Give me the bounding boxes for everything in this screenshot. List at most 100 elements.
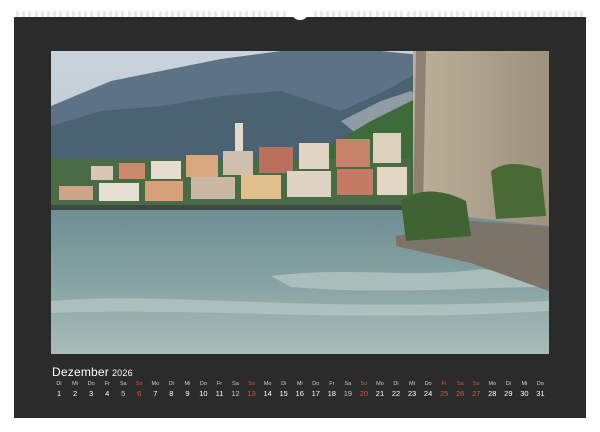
weekday-label: Di: [56, 381, 62, 387]
day-cell: Mi 9: [179, 381, 195, 405]
weekday-label: Di: [393, 381, 399, 387]
day-cell: Mo 7: [147, 381, 163, 405]
binding-ring: [109, 11, 112, 17]
day-cell: Fr 25: [436, 381, 452, 405]
binding-ring: [555, 11, 559, 17]
weekday-label: Mo: [151, 381, 160, 387]
binding-ring: [65, 11, 69, 17]
day-cell: So 27: [468, 381, 484, 405]
binding-ring: [115, 11, 119, 17]
day-number: 26: [456, 389, 465, 398]
weekday-label: Mi: [296, 381, 303, 387]
binding-ring: [512, 11, 515, 17]
binding-ring: [425, 11, 429, 17]
binding-ring: [90, 11, 94, 17]
binding-ring: [313, 11, 317, 17]
month-title: Dezember 2026: [52, 365, 133, 379]
weekday-label: Di: [168, 381, 174, 387]
binding-ring: [437, 11, 441, 17]
day-number: 27: [472, 389, 481, 398]
binding-ring: [40, 11, 44, 17]
day-strip: Di 1 Mi 2 Do 3 Fr 4 Sa 5 So 6 Mo 7 Di 8 Mi 9 Do 10 Fr 11 Sa 12 S…: [51, 381, 549, 405]
day-number: 29: [504, 389, 513, 398]
binding-ring: [59, 11, 63, 17]
day-number: 25: [439, 389, 449, 398]
binding-ring: [456, 11, 460, 17]
binding-ring: [195, 11, 199, 17]
binding-ring: [239, 11, 243, 17]
binding-ring: [34, 11, 38, 17]
day-cell: Mo 28: [484, 381, 500, 405]
weekday-label: Di: [281, 381, 287, 387]
binding-ring: [102, 11, 106, 17]
day-number: 17: [311, 389, 320, 398]
day-number: 4: [105, 389, 110, 398]
day-number: 16: [295, 389, 304, 398]
binding-ring: [487, 11, 491, 17]
binding-ring: [140, 11, 143, 17]
day-cell: Sa 5: [115, 381, 131, 405]
binding-ring: [78, 11, 81, 17]
weekday-label: So: [135, 381, 143, 387]
day-cell: Di 15: [276, 381, 292, 405]
day-number: 14: [263, 389, 272, 398]
binding-ring: [431, 11, 435, 17]
day-cell: Do 3: [83, 381, 99, 405]
weekday-label: Fr: [441, 381, 447, 387]
binding-ring: [530, 11, 534, 17]
weekday-label: Do: [312, 381, 320, 387]
binding-ring: [338, 11, 342, 17]
binding-ring: [369, 11, 373, 17]
binding-ring: [493, 11, 497, 17]
weekday-label: Do: [87, 381, 95, 387]
binding-ring: [22, 11, 26, 17]
binding-ring: [574, 11, 577, 17]
weekday-label: Mo: [488, 381, 497, 387]
binding-ring: [208, 11, 212, 17]
day-cell: Mo 21: [372, 381, 388, 405]
binding-ring: [567, 11, 571, 17]
year-label: 2026: [111, 368, 133, 378]
day-cell: So 20: [356, 381, 372, 405]
binding-ring: [400, 11, 404, 17]
weekday-label: Mi: [72, 381, 78, 387]
day-number: 2: [72, 389, 78, 398]
day-number: 23: [407, 389, 417, 398]
weekday-label: Do: [536, 381, 544, 387]
binding-ring: [543, 11, 546, 17]
day-number: 9: [185, 389, 190, 398]
day-cell: Fr 18: [324, 381, 340, 405]
binding-ring: [270, 11, 274, 17]
binding-ring: [443, 11, 447, 17]
binding-ring: [276, 11, 280, 17]
binding-ring: [549, 11, 553, 17]
binding-ring: [146, 11, 150, 17]
binding-ring: [158, 11, 162, 17]
day-number: 31: [536, 389, 545, 398]
day-cell: So 6: [131, 381, 147, 405]
weekday-label: Sa: [344, 381, 352, 387]
binding-ring: [71, 11, 75, 17]
binding-ring: [524, 11, 528, 17]
binding-ring: [505, 11, 509, 17]
binding-ring: [177, 11, 181, 17]
weekday-label: Mi: [521, 381, 528, 387]
day-number: 13: [247, 389, 256, 398]
binding-ring: [481, 11, 484, 17]
day-cell: Di 29: [500, 381, 516, 405]
day-number: 7: [153, 389, 158, 398]
day-number: 21: [375, 389, 385, 398]
binding-ring: [84, 11, 88, 17]
day-cell: Di 1: [51, 381, 67, 405]
day-number: 22: [391, 389, 401, 398]
day-number: 6: [137, 389, 142, 398]
month-name: Dezember: [52, 365, 109, 379]
day-cell: Do 10: [195, 381, 211, 405]
binding-ring: [394, 11, 398, 17]
binding-ring: [357, 11, 360, 17]
binding-ring: [388, 11, 391, 17]
binding-ring: [28, 11, 32, 17]
day-number: 28: [488, 389, 497, 398]
day-number: 12: [231, 389, 240, 398]
day-cell: Fr 4: [99, 381, 115, 405]
